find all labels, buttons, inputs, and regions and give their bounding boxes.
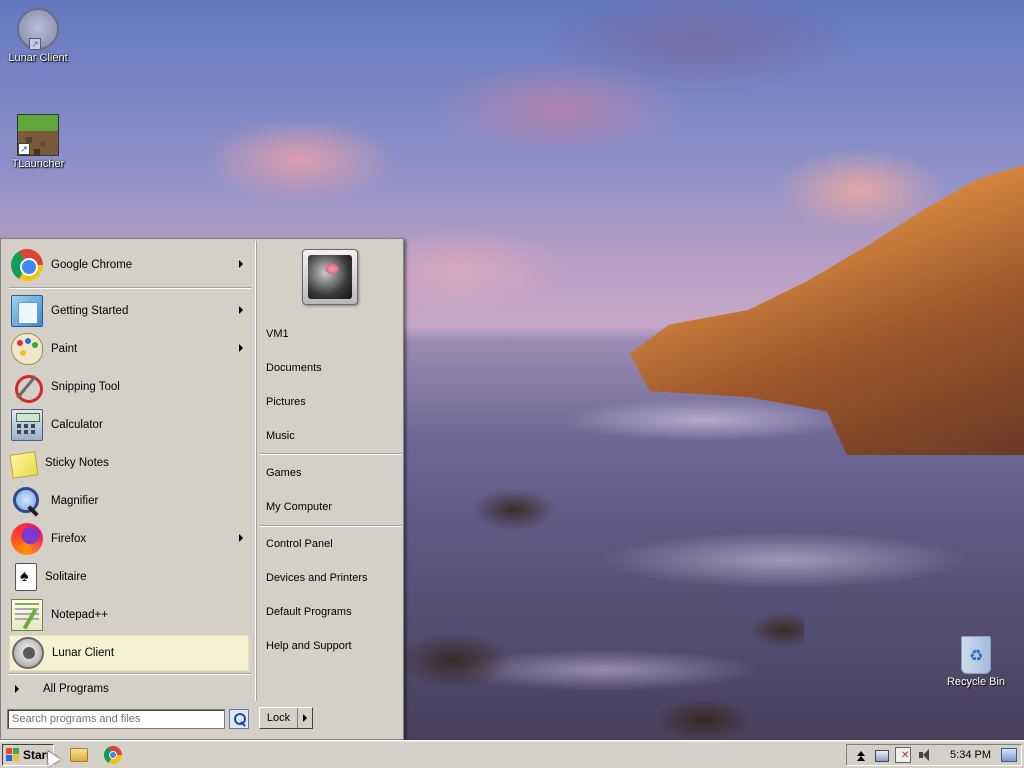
places-item-control-panel[interactable]: Control Panel <box>266 533 400 555</box>
paint-icon <box>11 333 43 365</box>
menu-item-label: Snipping Tool <box>51 381 120 393</box>
submenu-arrow-icon <box>239 306 243 314</box>
magnifier-icon <box>11 485 43 517</box>
start-menu: Google Chrome Getting Started Paint Snip… <box>0 238 404 740</box>
search-input[interactable] <box>7 709 225 729</box>
menu-item-paint[interactable]: Paint <box>9 331 249 367</box>
calculator-icon <box>11 409 43 441</box>
lock-button-label: Lock <box>260 708 298 728</box>
places-item-documents[interactable]: Documents <box>266 357 400 379</box>
menu-separator <box>9 673 251 675</box>
menu-item-lunar-client[interactable]: Lunar Client <box>9 635 249 671</box>
menu-item-calculator[interactable]: Calculator <box>9 407 249 443</box>
menu-item-label: Paint <box>51 343 78 355</box>
shortcut-arrow-icon: ↗ <box>18 143 30 155</box>
notepad-plus-plus-icon <box>11 599 43 631</box>
lunar-client-icon: ↗ <box>17 8 59 50</box>
menu-item-label: Calculator <box>51 419 103 431</box>
submenu-arrow-icon <box>239 534 243 542</box>
getting-started-icon <box>11 295 43 327</box>
menu-item-label: Magnifier <box>51 495 99 507</box>
firefox-icon <box>11 523 43 555</box>
action-center-icon[interactable] <box>895 747 911 763</box>
taskbar: Start 5:34 PM <box>0 740 1024 768</box>
menu-item-label: Getting Started <box>51 305 129 317</box>
menu-item-getting-started[interactable]: Getting Started <box>9 293 249 329</box>
desktop-icon-lunar-client[interactable]: ↗ Lunar Client <box>0 8 76 64</box>
places-item-help-and-support[interactable]: Help and Support <box>266 635 400 657</box>
lock-button[interactable]: Lock <box>259 707 313 729</box>
wallpaper-rocks <box>404 450 804 740</box>
desktop-icon-label: TLauncher <box>11 158 65 170</box>
menu-item-label: Firefox <box>51 533 87 545</box>
shortcut-arrow-icon: ↗ <box>29 38 41 50</box>
recycle-bin-icon <box>961 636 991 674</box>
menu-item-label: Google Chrome <box>51 259 133 271</box>
all-programs-label: All Programs <box>43 683 109 695</box>
lock-options-arrow[interactable] <box>298 714 312 722</box>
lunar-client-icon <box>12 637 44 669</box>
menu-item-magnifier[interactable]: Magnifier <box>9 483 249 519</box>
places-item-games[interactable]: Games <box>266 462 400 484</box>
show-desktop-icon[interactable] <box>1001 748 1017 762</box>
snipping-tool-icon <box>11 371 43 403</box>
menu-item-label: Solitaire <box>45 571 87 583</box>
all-programs-button[interactable]: All Programs <box>11 679 251 699</box>
submenu-arrow-icon <box>239 260 243 268</box>
solitaire-icon <box>15 563 37 591</box>
menu-separator <box>9 287 251 289</box>
chrome-icon <box>11 249 43 281</box>
places-item-music[interactable]: Music <box>266 425 400 447</box>
desktop-icon-label: Lunar Client <box>8 52 68 64</box>
user-avatar[interactable] <box>302 249 358 305</box>
start-menu-places-pane: VM1 Documents Pictures Music Games My Co… <box>255 241 403 701</box>
menu-item-label: Lunar Client <box>52 647 115 659</box>
show-hidden-icons-icon[interactable] <box>853 747 869 763</box>
search-row <box>7 707 251 731</box>
search-icon[interactable] <box>229 709 249 729</box>
all-programs-arrow-icon <box>15 685 19 693</box>
system-tray: 5:34 PM <box>846 744 1022 766</box>
desktop-icon-recycle-bin[interactable]: Recycle Bin <box>944 636 1008 688</box>
chevron-right-icon <box>303 714 307 722</box>
tlauncher-icon: ↗ <box>17 114 59 156</box>
desktop-icon-tlauncher[interactable]: ↗ TLauncher <box>0 114 76 170</box>
menu-item-snipping-tool[interactable]: Snipping Tool <box>9 369 249 405</box>
menu-item-google-chrome[interactable]: Google Chrome <box>9 247 249 283</box>
windows-logo-icon <box>6 748 20 762</box>
sticky-notes-icon <box>9 451 39 479</box>
menu-separator <box>260 453 402 455</box>
menu-item-sticky-notes[interactable]: Sticky Notes <box>9 445 249 481</box>
menu-item-solitaire[interactable]: Solitaire <box>9 559 249 595</box>
desktop-icon-label: Recycle Bin <box>946 676 1006 688</box>
places-item-pictures[interactable]: Pictures <box>266 391 400 413</box>
clock[interactable]: 5:34 PM <box>950 749 991 761</box>
places-item-default-programs[interactable]: Default Programs <box>266 601 400 623</box>
network-icon[interactable] <box>875 750 889 762</box>
places-item-vm1[interactable]: VM1 <box>266 323 400 345</box>
places-item-my-computer[interactable]: My Computer <box>266 496 400 518</box>
menu-item-label: Notepad++ <box>51 609 108 621</box>
volume-icon[interactable] <box>917 747 933 763</box>
places-item-devices-and-printers[interactable]: Devices and Printers <box>266 567 400 589</box>
start-menu-programs-pane: Google Chrome Getting Started Paint Snip… <box>3 241 253 701</box>
chrome-icon[interactable] <box>104 746 122 764</box>
folder-icon[interactable] <box>70 748 88 762</box>
menu-separator <box>260 525 402 527</box>
menu-item-label: Sticky Notes <box>45 457 109 469</box>
menu-item-notepad-plus-plus[interactable]: Notepad++ <box>9 597 249 633</box>
menu-item-firefox[interactable]: Firefox <box>9 521 249 557</box>
submenu-arrow-icon <box>239 344 243 352</box>
